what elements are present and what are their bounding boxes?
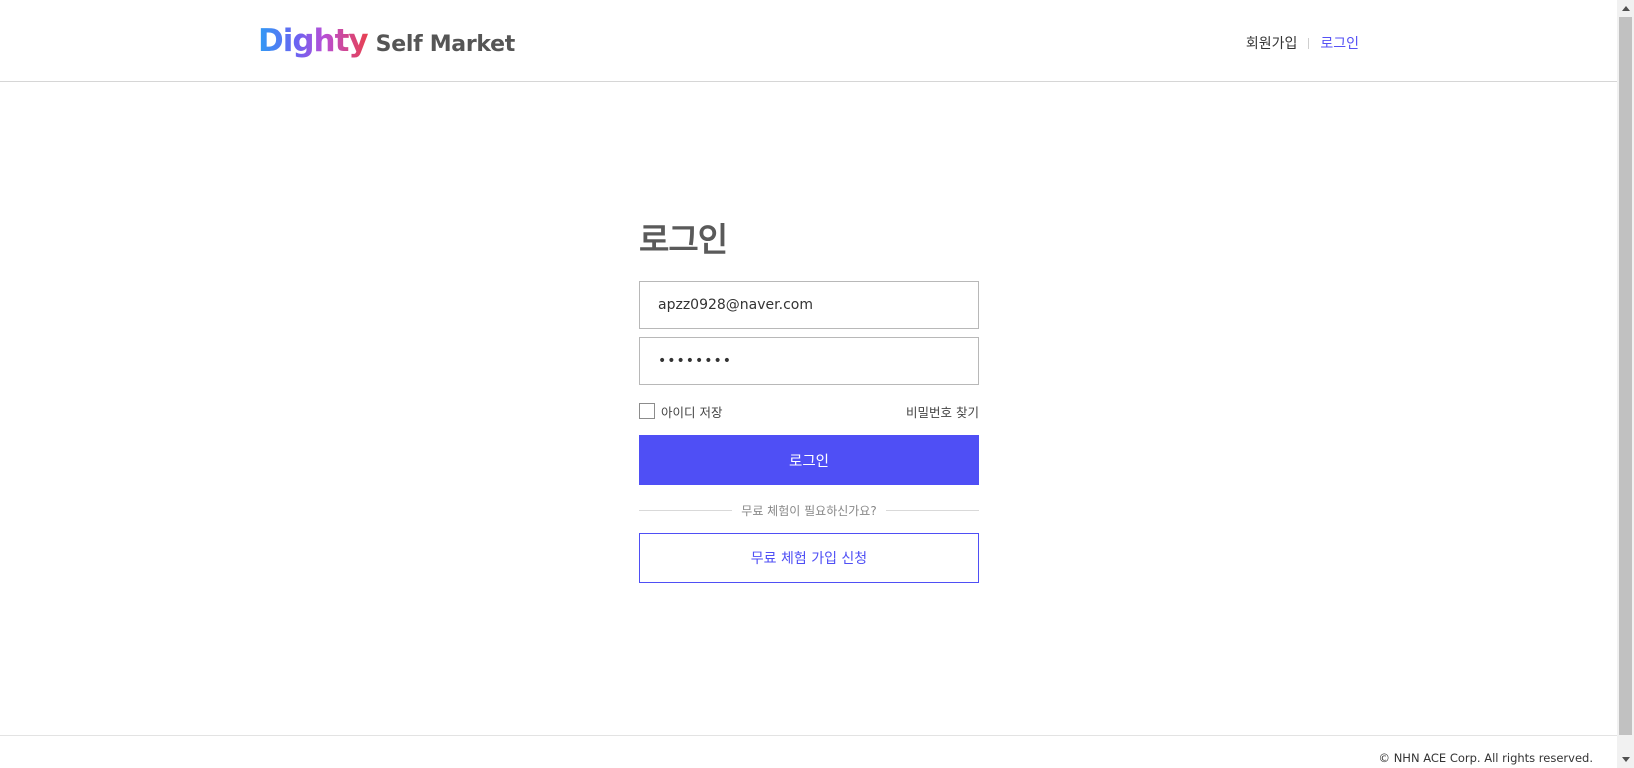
footer: © NHN ACE Corp. All rights reserved. [0, 735, 1617, 768]
nav-login-link[interactable]: 로그인 [1320, 33, 1359, 53]
logo-text: Self Market [375, 32, 516, 57]
copyright-text: © NHN ACE Corp. All rights reserved. [1378, 751, 1593, 765]
page: Dighty Self Market 회원가입 로그인 로그인 아이디 저장 비… [0, 0, 1617, 768]
header: Dighty Self Market 회원가입 로그인 [0, 0, 1617, 82]
login-form: 로그인 아이디 저장 비밀번호 찾기 로그인 무료 체험이 필요하신가요? 무료… [639, 215, 980, 583]
trial-divider: 무료 체험이 필요하신가요? [639, 503, 980, 518]
page-title: 로그인 [639, 220, 728, 259]
nav-signup-link[interactable]: 회원가입 [1246, 33, 1298, 53]
divider-line-left [639, 509, 733, 511]
password-field[interactable] [639, 337, 979, 385]
login-button[interactable]: 로그인 [639, 435, 979, 485]
logo-link[interactable]: Dighty Self Market [258, 22, 515, 64]
remember-id-toggle[interactable]: 아이디 저장 [639, 402, 722, 421]
login-options: 아이디 저장 비밀번호 찾기 [639, 401, 979, 421]
scroll-thumb[interactable] [1619, 17, 1632, 735]
divider-line-right [885, 509, 980, 511]
vertical-scrollbar[interactable] [1617, 0, 1634, 768]
nav-separator [1308, 37, 1310, 49]
find-password-link[interactable]: 비밀번호 찾기 [906, 402, 979, 421]
free-trial-button[interactable]: 무료 체험 가입 신청 [639, 533, 979, 583]
logo-mark: Dighty [258, 23, 369, 59]
remember-id-label: 아이디 저장 [661, 404, 723, 420]
divider-text: 무료 체험이 필요하신가요? [741, 503, 877, 518]
top-nav: 회원가입 로그인 [1246, 33, 1359, 53]
remember-id-checkbox[interactable] [639, 403, 655, 419]
scroll-down-icon[interactable] [1617, 751, 1634, 768]
email-field[interactable] [639, 281, 979, 329]
scroll-up-icon[interactable] [1617, 0, 1634, 17]
